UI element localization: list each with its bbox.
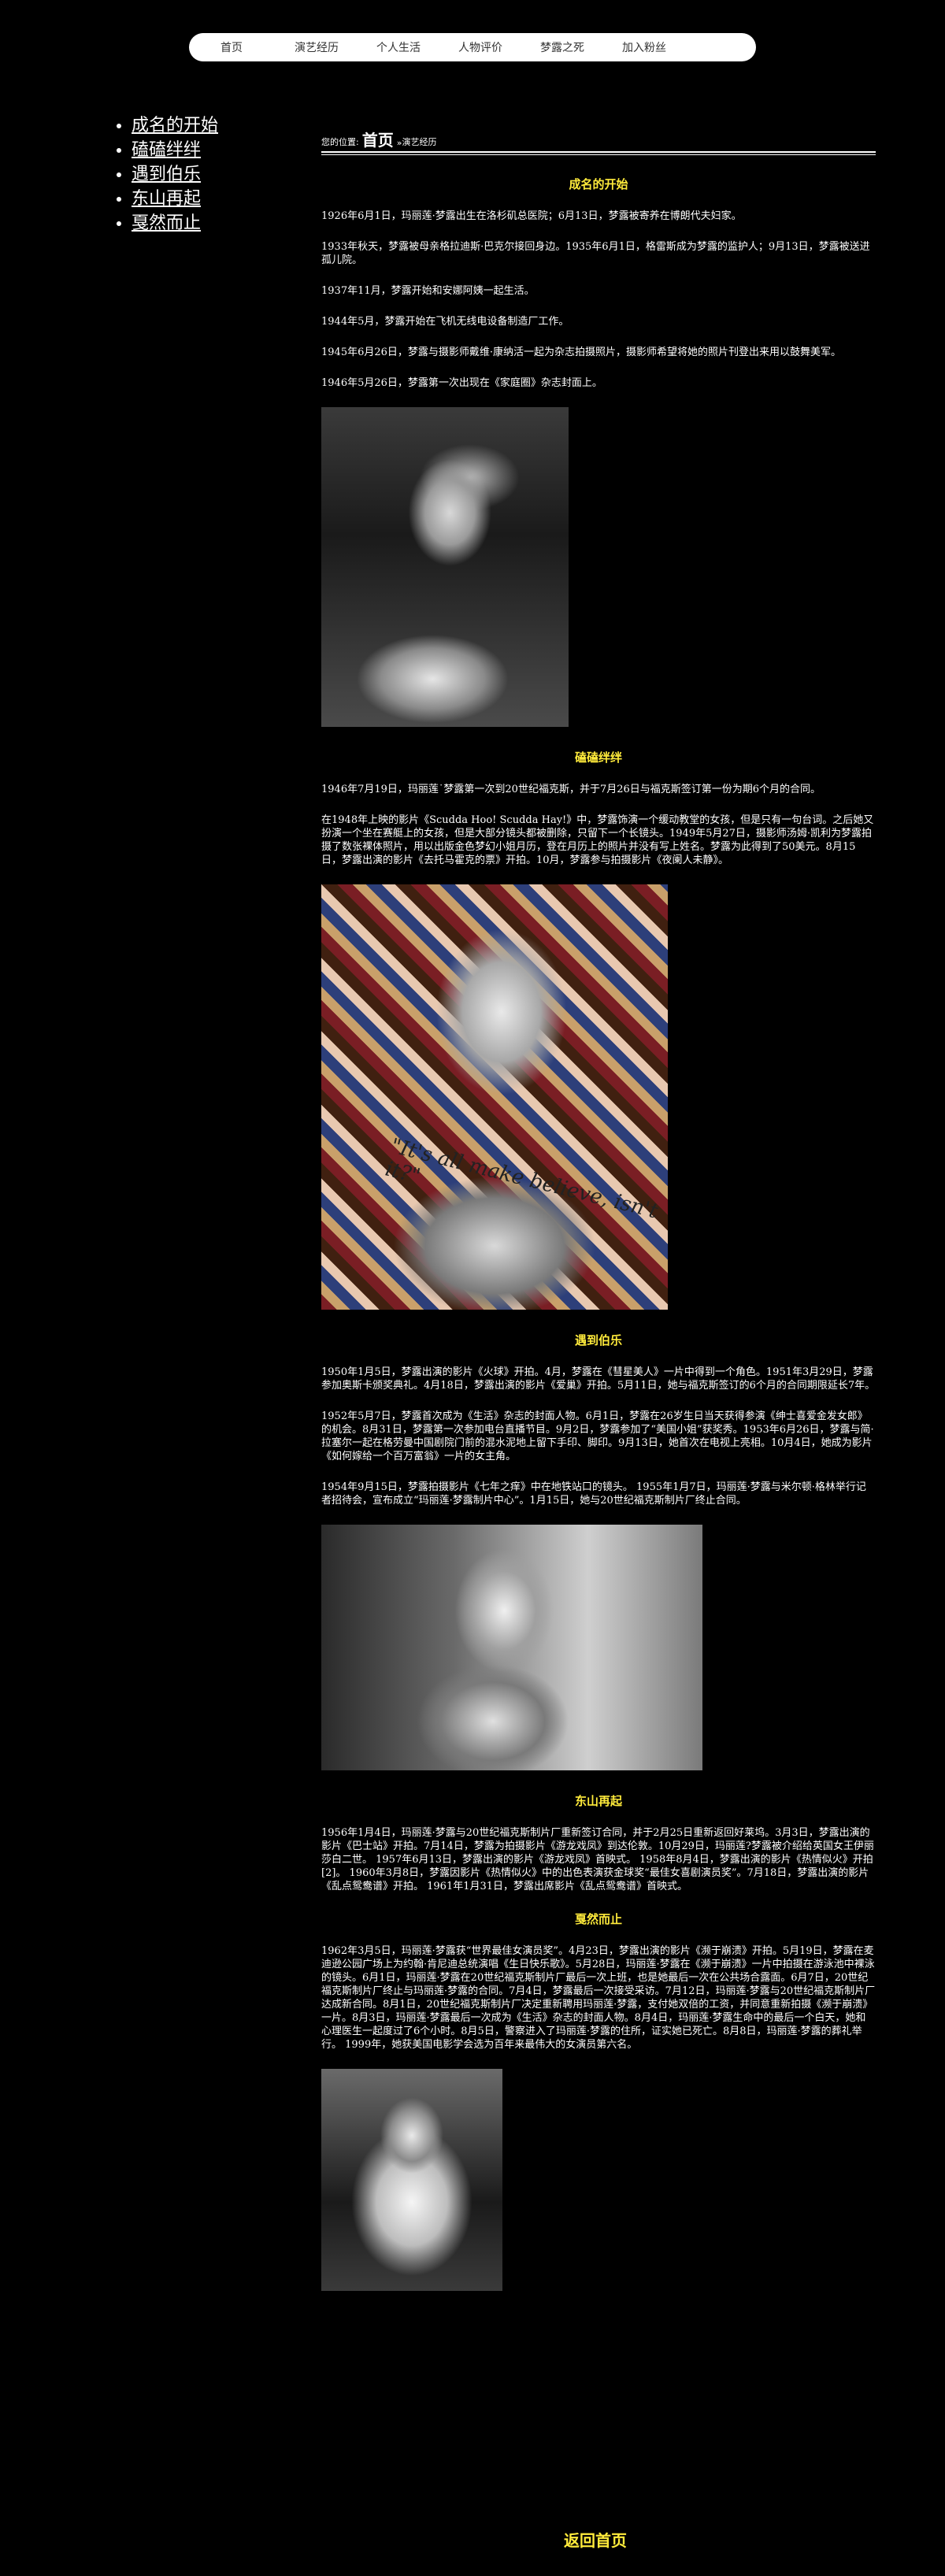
sidebar-item: 东山再起 xyxy=(132,187,272,211)
section-title: 遇到伯乐 xyxy=(574,1333,622,1347)
main-content: 您的位置: 首页 » 演艺经历 成名的开始 1926年6月1日，玛丽莲·梦露出生… xyxy=(321,124,876,2313)
photo-monroe-seated xyxy=(321,1525,702,1770)
breadcrumb: 您的位置: 首页 » 演艺经历 xyxy=(321,124,876,151)
section-paragraph: 1944年5月，梦露开始在飞机无线电设备制造厂工作。 xyxy=(321,316,569,328)
section-title: 戛然而止 xyxy=(574,1912,622,1926)
sidebar-link-comeback[interactable]: 东山再起 xyxy=(132,189,201,209)
photo-monroe-collage-portrait: "It's all make believe, isn't it?" xyxy=(321,884,668,1310)
top-nav: 首页 演艺经历 个人生活 人物评价 梦露之死 加入粉丝 xyxy=(189,33,756,61)
section-paragraph: 1937年11月，梦露开始和安娜阿姨一起生活。 xyxy=(321,285,535,297)
nav-item-join-fans[interactable]: 加入粉丝 xyxy=(622,39,704,55)
nav-item-personal-life[interactable]: 个人生活 xyxy=(376,39,458,55)
section-paragraph: 1933年秋天，梦露被母亲格拉迪斯·巴克尔接回身边。1935年6月1日，格雷斯成… xyxy=(321,241,870,266)
photo-caption: "It's all make believe, isn't it?" xyxy=(383,1134,661,1224)
nav-item-home[interactable]: 首页 xyxy=(213,39,295,55)
back-to-home-link[interactable]: 返回首页 xyxy=(564,2528,627,2551)
section-paragraph: 1956年1月4日，玛丽莲·梦露与20世纪福克斯制片厂重新签订合同，并于2月25… xyxy=(321,1827,874,1892)
photo-monroe-bridal-veil xyxy=(321,2069,502,2291)
sidebar-item: 戛然而止 xyxy=(132,211,272,235)
sidebar-item: 磕磕绊绊 xyxy=(132,138,272,162)
section-title: 磕磕绊绊 xyxy=(574,751,622,765)
section-paragraph: 1962年3月5日，玛丽莲·梦露获“世界最佳女演员奖”。4月23日，梦露出演的影… xyxy=(321,1945,876,2051)
breadcrumb-prefix: 您的位置: xyxy=(321,137,359,147)
nav-item-career[interactable]: 演艺经历 xyxy=(295,39,376,55)
section-paragraph: 1954年9月15日，梦露拍摄影片《七年之痒》中在地铁站口的镜头。 1955年1… xyxy=(321,1481,866,1507)
breadcrumb-home[interactable]: 首页 xyxy=(362,128,394,150)
sidebar-item: 成名的开始 xyxy=(132,113,272,138)
nav-item-reviews[interactable]: 人物评价 xyxy=(458,39,540,55)
photo-monroe-covering-mouth xyxy=(321,407,569,727)
section-paragraph: 1945年6月26日，梦露与摄影师戴维·康纳活一起为杂志拍摄照片，摄影师希望将她… xyxy=(321,347,842,358)
sidebar-link-abrupt-end[interactable]: 戛然而止 xyxy=(132,213,201,233)
section-paragraph: 1946年5月26日，梦露第一次出现在《家庭圈》杂志封面上。 xyxy=(321,377,602,389)
breadcrumb-separator: » xyxy=(396,138,402,148)
sidebar-list: 成名的开始 磕磕绊绊 遇到伯乐 东山再起 戛然而止 xyxy=(114,113,272,235)
section-paragraph: 1926年6月1日，玛丽莲·梦露出生在洛杉矶总医院；6月13日，梦露被寄养在博朗… xyxy=(321,210,742,222)
section-paragraph: 在1948年上映的影片《Scudda Hoo! Scudda Hay!》中，梦露… xyxy=(321,814,874,866)
sidebar-link-mentor[interactable]: 遇到伯乐 xyxy=(132,165,201,184)
section-paragraph: 1952年5月7日，梦露首次成为《生活》杂志的封面人物。6月1日，梦露在26岁生… xyxy=(321,1410,874,1462)
section-paragraph: 1946年7月19日，玛丽莲˙梦露第一次到20世纪福克斯，并于7月26日与福克斯… xyxy=(321,784,821,795)
section-title: 成名的开始 xyxy=(569,177,628,191)
breadcrumb-divider xyxy=(321,151,876,155)
section-title: 东山再起 xyxy=(574,1794,622,1808)
breadcrumb-current: 演艺经历 xyxy=(402,137,437,147)
nav-item-death[interactable]: 梦露之死 xyxy=(540,39,622,55)
sidebar: 成名的开始 磕磕绊绊 遇到伯乐 东山再起 戛然而止 xyxy=(114,113,272,235)
sidebar-link-beginning[interactable]: 成名的开始 xyxy=(132,116,218,135)
sidebar-link-struggles[interactable]: 磕磕绊绊 xyxy=(132,140,201,160)
sidebar-item: 遇到伯乐 xyxy=(132,162,272,187)
section-paragraph: 1950年1月5日，梦露出演的影片《火球》开拍。4月，梦露在《彗星美人》一片中得… xyxy=(321,1366,876,1392)
